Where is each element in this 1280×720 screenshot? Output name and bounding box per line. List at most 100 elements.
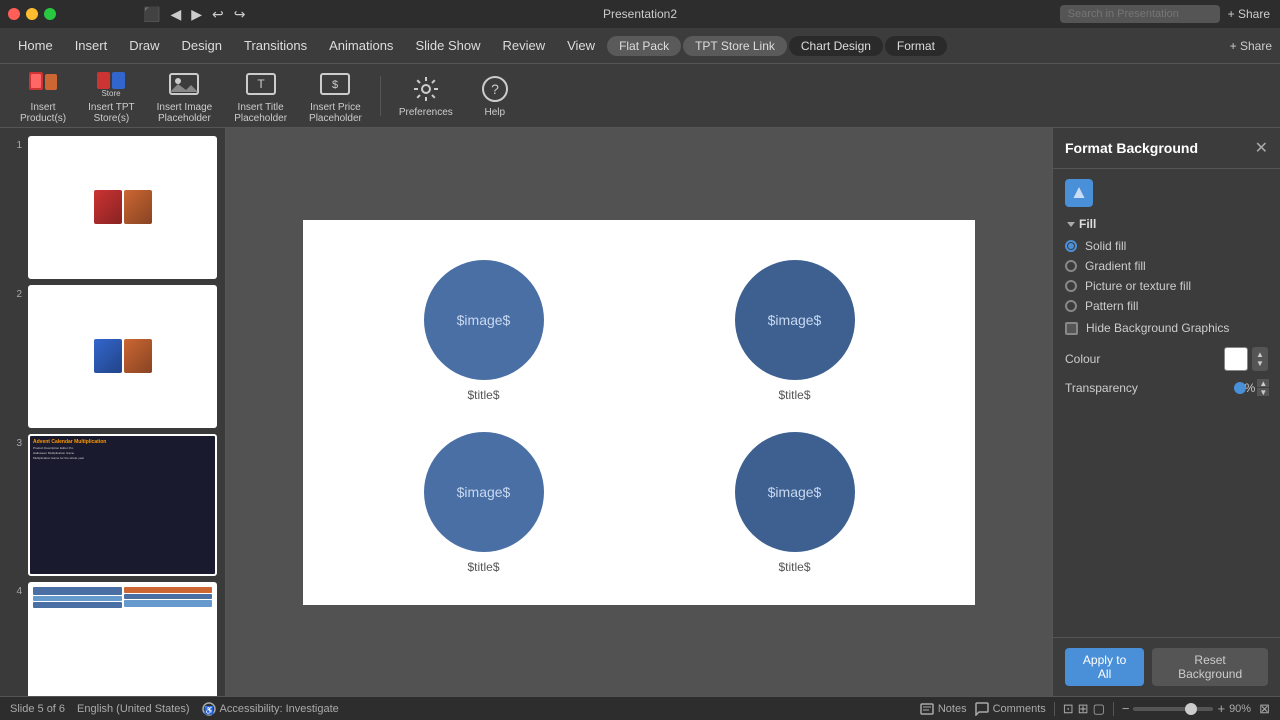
- insert-tpt-store-button[interactable]: Store Insert TPT Store(s): [80, 64, 143, 128]
- gradient-fill-radio[interactable]: [1065, 260, 1077, 272]
- fill-icon-button[interactable]: [1065, 179, 1093, 207]
- slide-info: Slide 5 of 6: [10, 703, 65, 715]
- format-panel: Format Background ✕ Fill Solid fil: [1052, 128, 1280, 696]
- colour-dropdown-button[interactable]: ▲ ▼: [1252, 347, 1268, 371]
- format-body: Fill Solid fill Gradient fill Picture or…: [1053, 169, 1280, 637]
- zoom-level: 90%: [1229, 703, 1251, 715]
- title-bar: ⬛ ◀ ▶ ↩ ↪ Presentation2 + Share: [0, 0, 1280, 28]
- slideshow-button[interactable]: ▢: [1093, 701, 1105, 717]
- format-close-button[interactable]: ✕: [1255, 138, 1268, 158]
- zoom-in-button[interactable]: +: [1217, 701, 1225, 716]
- picture-texture-fill-option[interactable]: Picture or texture fill: [1065, 279, 1268, 293]
- menu-view[interactable]: View: [557, 34, 605, 57]
- main-content: 1 2: [0, 128, 1280, 696]
- close-button[interactable]: [8, 8, 20, 20]
- circle-1[interactable]: $image$: [424, 260, 544, 380]
- insert-products-button[interactable]: Insert Product(s): [12, 64, 74, 128]
- gradient-fill-option[interactable]: Gradient fill: [1065, 259, 1268, 273]
- slide-item-4[interactable]: 4: [8, 582, 217, 696]
- help-button[interactable]: ? Help: [467, 69, 523, 122]
- solid-fill-option[interactable]: Solid fill: [1065, 239, 1268, 253]
- fill-chevron-icon: [1067, 222, 1075, 227]
- toolbar: Insert Product(s) Store Insert TPT Store…: [0, 64, 1280, 128]
- slide-thumb-1[interactable]: [28, 136, 217, 279]
- circle-item-2: $image$ $title$: [654, 260, 935, 402]
- menu-format[interactable]: Format: [885, 36, 947, 56]
- accessibility-icon: ♿: [202, 702, 216, 716]
- undo-button[interactable]: ↩: [209, 6, 227, 23]
- menu-slideshow[interactable]: Slide Show: [405, 34, 490, 57]
- transparency-label: Transparency: [1065, 381, 1138, 395]
- reset-background-button[interactable]: Reset Background: [1152, 648, 1268, 686]
- menu-tpt-store-link[interactable]: TPT Store Link: [683, 36, 787, 56]
- fill-section-header[interactable]: Fill: [1065, 217, 1268, 231]
- fill-options: Solid fill Gradient fill Picture or text…: [1065, 239, 1268, 335]
- format-panel-title: Format Background: [1065, 140, 1198, 156]
- circle-2[interactable]: $image$: [735, 260, 855, 380]
- minimize-button[interactable]: [26, 8, 38, 20]
- view-controls: ⊡ ⊞ ▢: [1063, 701, 1105, 717]
- zoom-slider[interactable]: [1133, 707, 1213, 711]
- search-input[interactable]: [1060, 5, 1220, 23]
- menu-animations[interactable]: Animations: [319, 34, 403, 57]
- share-button-menu[interactable]: + Share: [1230, 39, 1272, 53]
- window-controls[interactable]: [8, 8, 56, 20]
- share-button[interactable]: + Share: [1228, 7, 1270, 21]
- zoom-bar: − + 90%: [1122, 701, 1251, 716]
- comments-button[interactable]: Comments: [975, 702, 1046, 716]
- preferences-button[interactable]: Preferences: [391, 69, 461, 122]
- svg-text:$: $: [332, 79, 338, 91]
- notes-icon: [920, 702, 934, 716]
- zoom-out-button[interactable]: −: [1122, 701, 1130, 716]
- slide-item-2[interactable]: 2: [8, 285, 217, 428]
- circle-item-3: $image$ $title$: [343, 432, 624, 574]
- toolbar-icon-1[interactable]: ⬛: [140, 6, 163, 23]
- insert-title-icon: T: [245, 68, 277, 100]
- pattern-fill-radio[interactable]: [1065, 300, 1077, 312]
- accessibility-info[interactable]: ♿ Accessibility: Investigate: [202, 702, 339, 716]
- maximize-button[interactable]: [44, 8, 56, 20]
- slide-thumb-3[interactable]: Advent Calendar Multiplication Product D…: [28, 434, 217, 577]
- toolbar-icon-3[interactable]: ▶: [188, 6, 205, 23]
- picture-texture-radio[interactable]: [1065, 280, 1077, 292]
- toolbar-icon-2[interactable]: ◀: [167, 6, 184, 23]
- colour-swatch[interactable]: [1224, 347, 1248, 371]
- slide-item-3[interactable]: 3 Advent Calendar Multiplication Product…: [8, 434, 217, 577]
- redo-button[interactable]: ↪: [231, 6, 249, 23]
- menu-insert[interactable]: Insert: [65, 34, 118, 57]
- circle-label-3: $title$: [467, 560, 499, 574]
- insert-title-placeholder-button[interactable]: T Insert Title Placeholder: [226, 64, 295, 128]
- transparency-up[interactable]: ▲: [1257, 379, 1269, 387]
- menu-home[interactable]: Home: [8, 34, 63, 57]
- slide-canvas[interactable]: $image$ $title$ $image$ $title$ $image$ …: [303, 220, 975, 605]
- menu-chart-design[interactable]: Chart Design: [789, 36, 883, 56]
- pattern-fill-option[interactable]: Pattern fill: [1065, 299, 1268, 313]
- normal-view-button[interactable]: ⊡: [1063, 701, 1074, 717]
- slide-item-1[interactable]: 1: [8, 136, 217, 279]
- circle-label-1: $title$: [467, 388, 499, 402]
- slide-thumb-4[interactable]: [28, 582, 217, 696]
- notes-button[interactable]: Notes: [920, 702, 967, 716]
- grid-view-button[interactable]: ⊞: [1078, 701, 1089, 717]
- hide-background-option[interactable]: Hide Background Graphics: [1065, 321, 1268, 335]
- bottom-separator: [1054, 702, 1055, 716]
- transparency-arrows[interactable]: ▲ ▼: [1257, 379, 1269, 396]
- solid-fill-radio[interactable]: [1065, 240, 1077, 252]
- apply-to-all-button[interactable]: Apply to All: [1065, 648, 1144, 686]
- menu-review[interactable]: Review: [492, 34, 555, 57]
- menu-design[interactable]: Design: [172, 34, 232, 57]
- menu-transitions[interactable]: Transitions: [234, 34, 317, 57]
- slides-panel: 1 2: [0, 128, 226, 696]
- transparency-down[interactable]: ▼: [1257, 388, 1269, 396]
- insert-price-placeholder-button[interactable]: $ Insert Price Placeholder: [301, 64, 370, 128]
- svg-text:T: T: [257, 77, 265, 91]
- menu-draw[interactable]: Draw: [119, 34, 169, 57]
- menu-flat-pack[interactable]: Flat Pack: [607, 36, 681, 56]
- slide-thumb-2[interactable]: [28, 285, 217, 428]
- circle-4[interactable]: $image$: [735, 432, 855, 552]
- hide-background-checkbox[interactable]: [1065, 322, 1078, 335]
- transparency-row: Transparency 0% ▲ ▼: [1065, 379, 1268, 396]
- insert-image-placeholder-button[interactable]: Insert Image Placeholder: [149, 64, 221, 128]
- fit-to-window-button[interactable]: ⊠: [1259, 701, 1270, 717]
- circle-3[interactable]: $image$: [424, 432, 544, 552]
